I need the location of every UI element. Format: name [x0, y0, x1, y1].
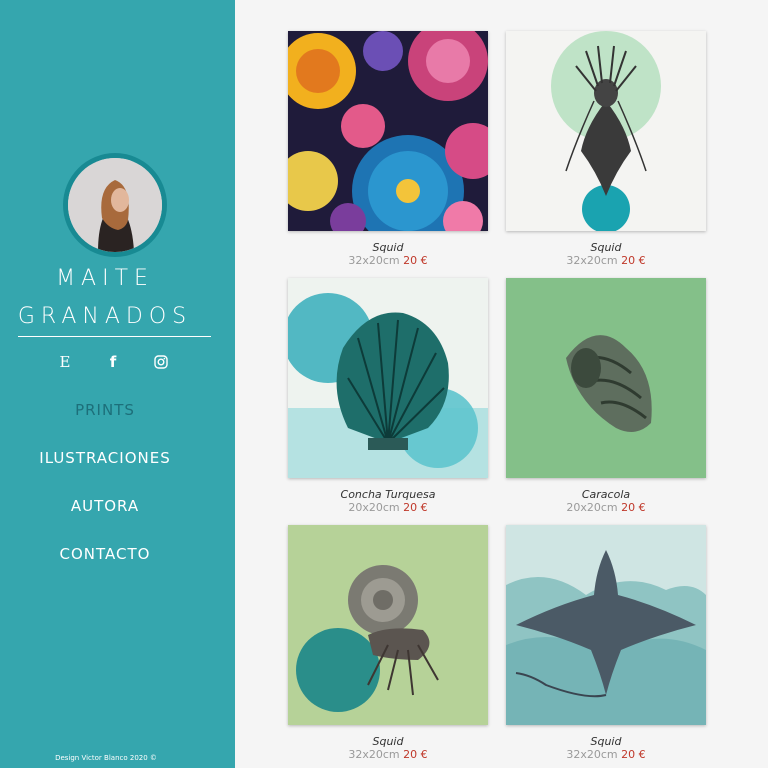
nav-prints[interactable]: PRINTS	[0, 401, 210, 419]
product-caption: Concha Turquesa 20x20cm 20 €	[288, 488, 488, 515]
product-title[interactable]: Caracola	[506, 488, 706, 501]
brand-first-name: MAITE	[56, 266, 154, 291]
author-portrait	[68, 158, 162, 252]
product-size: 32x20cm	[348, 748, 400, 761]
product-price: 20 €	[403, 748, 428, 761]
product-size: 32x20cm	[566, 748, 618, 761]
product-image-squid[interactable]	[506, 31, 706, 231]
product-price: 20 €	[403, 501, 428, 514]
instagram-icon[interactable]	[149, 350, 173, 374]
facebook-icon[interactable]: f	[101, 350, 125, 374]
product-image-squid[interactable]	[506, 525, 706, 725]
product-title[interactable]: Concha Turquesa	[288, 488, 488, 501]
divider	[18, 336, 211, 337]
brand-last-name: GRANADOS	[17, 304, 193, 329]
product-image-squid[interactable]	[288, 31, 488, 231]
product-caption: Squid 32x20cm 20 €	[288, 735, 488, 762]
avatar[interactable]	[63, 153, 167, 257]
nav-autora[interactable]: AUTORA	[0, 497, 210, 515]
footer-credit: Design Victor Blanco 2020 ©	[55, 754, 157, 762]
product-image-concha-turquesa[interactable]	[288, 278, 488, 478]
product-size: 32x20cm	[348, 254, 400, 267]
product-caption: Squid 32x20cm 20 €	[288, 241, 488, 268]
product-title[interactable]: Squid	[288, 241, 488, 254]
product-size: 32x20cm	[566, 254, 618, 267]
etsy-icon[interactable]: E	[53, 350, 77, 374]
product-title[interactable]: Squid	[288, 735, 488, 748]
product-size: 20x20cm	[348, 501, 400, 514]
product-size: 20x20cm	[566, 501, 618, 514]
nav-contacto[interactable]: CONTACTO	[0, 545, 210, 563]
sidebar: MAITE GRANADOS E f PRINTS ILUSTRACIONES …	[0, 0, 235, 768]
product-price: 20 €	[403, 254, 428, 267]
product-image-squid[interactable]	[288, 525, 488, 725]
nav-ilustraciones[interactable]: ILUSTRACIONES	[0, 449, 210, 467]
product-caption: Caracola 20x20cm 20 €	[506, 488, 706, 515]
product-price: 20 €	[621, 748, 646, 761]
product-price: 20 €	[621, 501, 646, 514]
product-caption: Squid 32x20cm 20 €	[506, 241, 706, 268]
product-image-caracola[interactable]	[506, 278, 706, 478]
product-caption: Squid 32x20cm 20 €	[506, 735, 706, 762]
product-price: 20 €	[621, 254, 646, 267]
product-title[interactable]: Squid	[506, 735, 706, 748]
product-title[interactable]: Squid	[506, 241, 706, 254]
